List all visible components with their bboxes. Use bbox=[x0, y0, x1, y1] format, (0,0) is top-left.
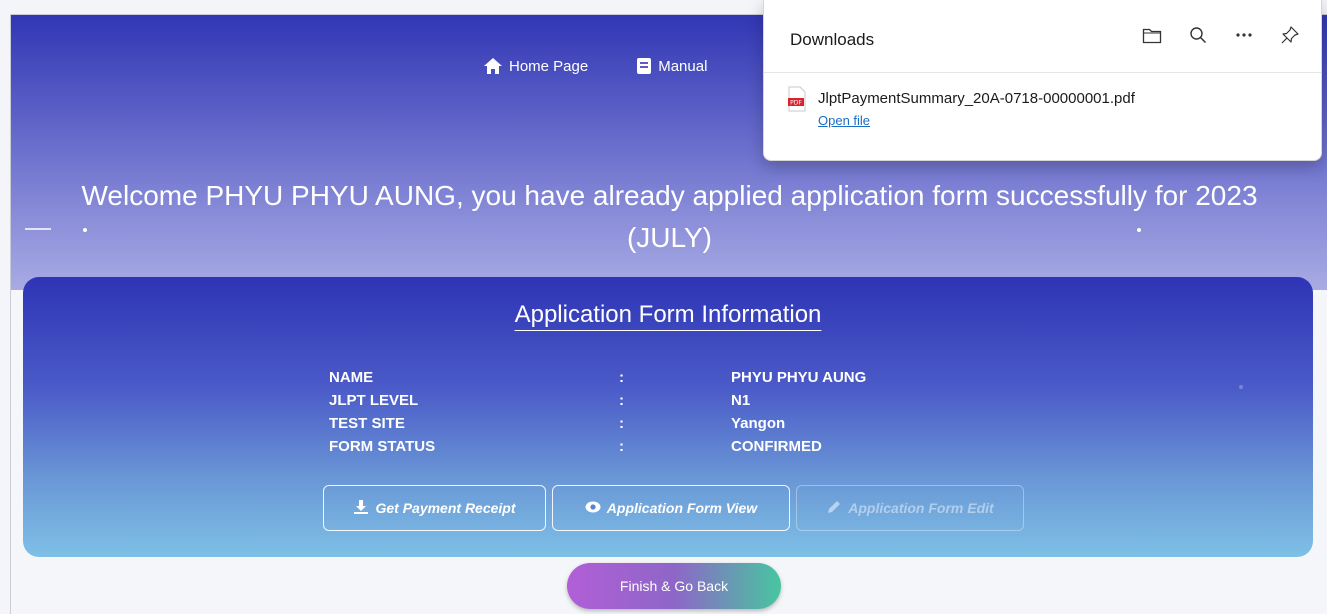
application-form-card: Application Form Information NAME : PHYU… bbox=[23, 277, 1313, 557]
welcome-line-1: Welcome PHYU PHYU AUNG, you have already… bbox=[81, 180, 1258, 211]
info-label: NAME bbox=[329, 369, 374, 386]
book-icon bbox=[636, 57, 652, 75]
card-title: Application Form Information bbox=[23, 301, 1313, 329]
info-row-test-site: TEST SITE : Yangon bbox=[329, 415, 929, 438]
download-item[interactable]: PDF JlptPaymentSummary_20A-0718-00000001… bbox=[786, 86, 1135, 130]
button-label: Application Form Edit bbox=[848, 500, 994, 516]
info-value: PHYU PHYU AUNG bbox=[731, 369, 867, 386]
download-icon bbox=[353, 499, 369, 518]
card-title-text: Application Form Information bbox=[514, 301, 822, 328]
nav-home-label: Home Page bbox=[509, 57, 589, 75]
info-table: NAME : PHYU PHYU AUNG JLPT LEVEL : N1 TE… bbox=[329, 369, 929, 461]
pencil-icon bbox=[826, 499, 842, 518]
info-colon: : bbox=[619, 415, 624, 432]
application-form-edit-button: Application Form Edit bbox=[796, 485, 1024, 531]
pin-icon[interactable] bbox=[1277, 22, 1303, 48]
info-value: Yangon bbox=[731, 415, 786, 432]
more-options-icon[interactable] bbox=[1231, 22, 1257, 48]
nav-home-link[interactable]: Home Page bbox=[483, 57, 588, 75]
info-colon: : bbox=[619, 438, 624, 455]
info-colon: : bbox=[619, 392, 624, 409]
decorative-dot bbox=[83, 228, 87, 232]
application-form-view-button[interactable]: Application Form View bbox=[552, 485, 790, 531]
info-row-jlpt-level: JLPT LEVEL : N1 bbox=[329, 392, 929, 415]
folder-icon[interactable] bbox=[1139, 22, 1165, 48]
eye-icon bbox=[585, 500, 601, 516]
info-value: CONFIRMED bbox=[731, 438, 822, 455]
downloads-toolbar bbox=[1139, 22, 1303, 48]
info-row-form-status: FORM STATUS : CONFIRMED bbox=[329, 438, 929, 461]
welcome-line-2: (JULY) bbox=[626, 222, 713, 253]
info-colon: : bbox=[619, 369, 624, 386]
get-payment-receipt-button[interactable]: Get Payment Receipt bbox=[323, 485, 546, 531]
button-label: Get Payment Receipt bbox=[375, 500, 516, 516]
info-value: N1 bbox=[731, 392, 751, 409]
finish-go-back-button[interactable]: Finish & Go Back bbox=[567, 563, 781, 609]
nav-manual-link[interactable]: Manual bbox=[636, 57, 707, 75]
open-file-link[interactable]: Open file bbox=[818, 113, 870, 128]
home-icon bbox=[483, 57, 503, 75]
downloads-title: Downloads bbox=[790, 30, 875, 49]
downloads-header: Downloads bbox=[764, 0, 1321, 73]
svg-text:PDF: PDF bbox=[790, 100, 802, 107]
downloads-panel: Downloads PDF JlptPaymentSummary_20A-071… bbox=[763, 0, 1322, 161]
top-navigation: Home Page Manual bbox=[483, 57, 707, 75]
pdf-file-icon: PDF bbox=[786, 86, 808, 130]
decorative-dot bbox=[1137, 228, 1141, 232]
info-label: FORM STATUS bbox=[329, 438, 436, 455]
action-buttons: Get Payment Receipt Application Form Vie… bbox=[323, 485, 1024, 531]
info-label: TEST SITE bbox=[329, 415, 405, 432]
welcome-message: Welcome PHYU PHYU AUNG, you have already… bbox=[11, 175, 1327, 259]
decorative-dash bbox=[25, 228, 51, 230]
decorative-dot bbox=[1239, 385, 1243, 389]
search-icon[interactable] bbox=[1185, 22, 1211, 48]
info-row-name: NAME : PHYU PHYU AUNG bbox=[329, 369, 929, 392]
button-label: Application Form View bbox=[606, 500, 758, 516]
nav-manual-label: Manual bbox=[658, 57, 708, 75]
download-file-name: JlptPaymentSummary_20A-0718-00000001.pdf bbox=[818, 90, 1135, 107]
info-label: JLPT LEVEL bbox=[329, 392, 419, 409]
